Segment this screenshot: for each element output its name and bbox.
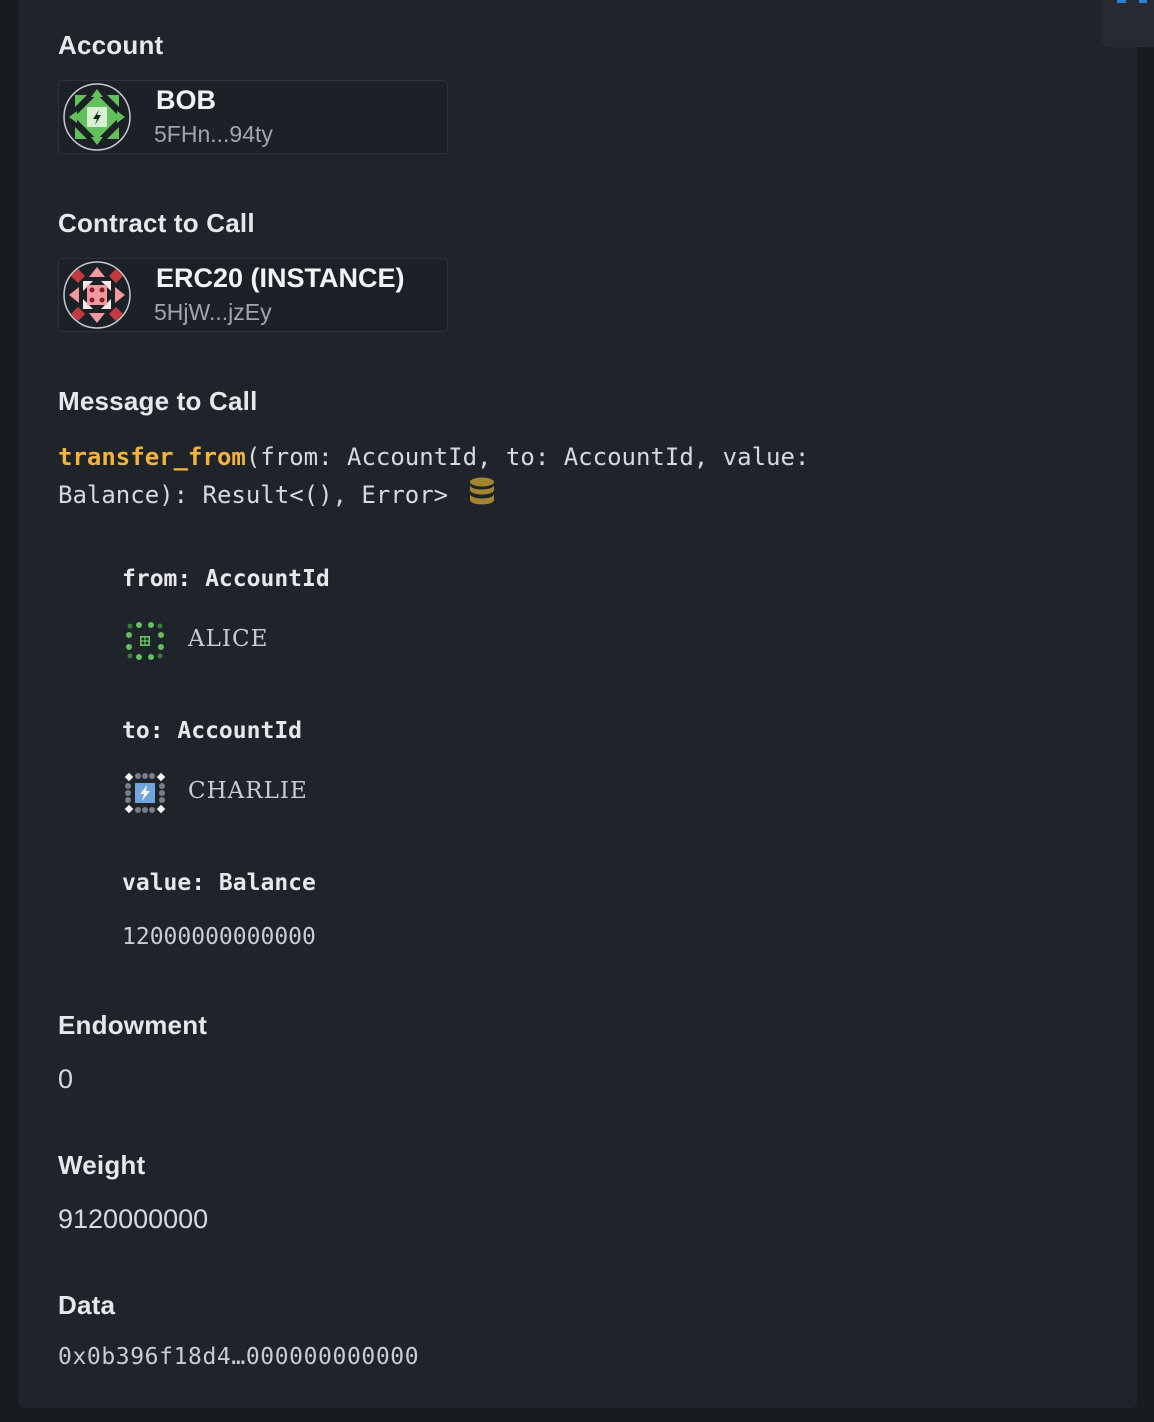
account-address: 5FHn...94ty	[154, 121, 273, 147]
contract-selector[interactable]: ERC20 (INSTANCE) 5HjW...jzEy	[58, 258, 448, 332]
arg-from-account-name: ALICE	[188, 626, 269, 652]
endowment-label: Endowment	[58, 1010, 208, 1040]
contract-address: 5HjW...jzEy	[154, 299, 272, 325]
charlie-identicon-icon	[124, 772, 166, 814]
weight-value: 9120000000	[58, 1204, 209, 1234]
data-value: 0x0b396f18d4…000000000000	[58, 1344, 420, 1370]
data-label: Data	[58, 1290, 116, 1320]
arg-from-label: from: AccountId	[122, 566, 330, 592]
contract-identicon-icon	[63, 261, 131, 329]
endowment-value: 0	[58, 1064, 74, 1094]
contract-label: Contract to Call	[58, 208, 255, 238]
arg-to-label: to: AccountId	[122, 718, 303, 744]
corner-widget[interactable]	[1102, 0, 1154, 47]
alice-identicon-icon	[125, 621, 165, 661]
message-label: Message to Call	[58, 386, 258, 416]
arg-value-label: value: Balance	[122, 870, 316, 896]
message-signature: transfer_from(from: AccountId, to: Accou…	[58, 438, 958, 514]
account-identicon-icon	[63, 83, 131, 151]
arg-value-amount[interactable]: 12000000000000	[122, 924, 316, 950]
account-selector[interactable]: BOB 5FHn...94ty	[58, 80, 448, 154]
message-signature-line2: Balance): Result<(), Error>	[58, 481, 449, 509]
corner-logo-icon	[1117, 0, 1147, 3]
account-label: Account	[58, 30, 164, 60]
account-name: BOB	[156, 85, 216, 115]
weight-label: Weight	[58, 1150, 146, 1180]
arg-to-account-name: CHARLIE	[188, 778, 308, 804]
message-signature-line1: (from: AccountId, to: AccountId, value:	[245, 443, 810, 471]
message-fn-name: transfer_from	[58, 443, 246, 471]
contract-name: ERC20 (INSTANCE)	[156, 263, 405, 293]
database-icon	[469, 477, 494, 505]
